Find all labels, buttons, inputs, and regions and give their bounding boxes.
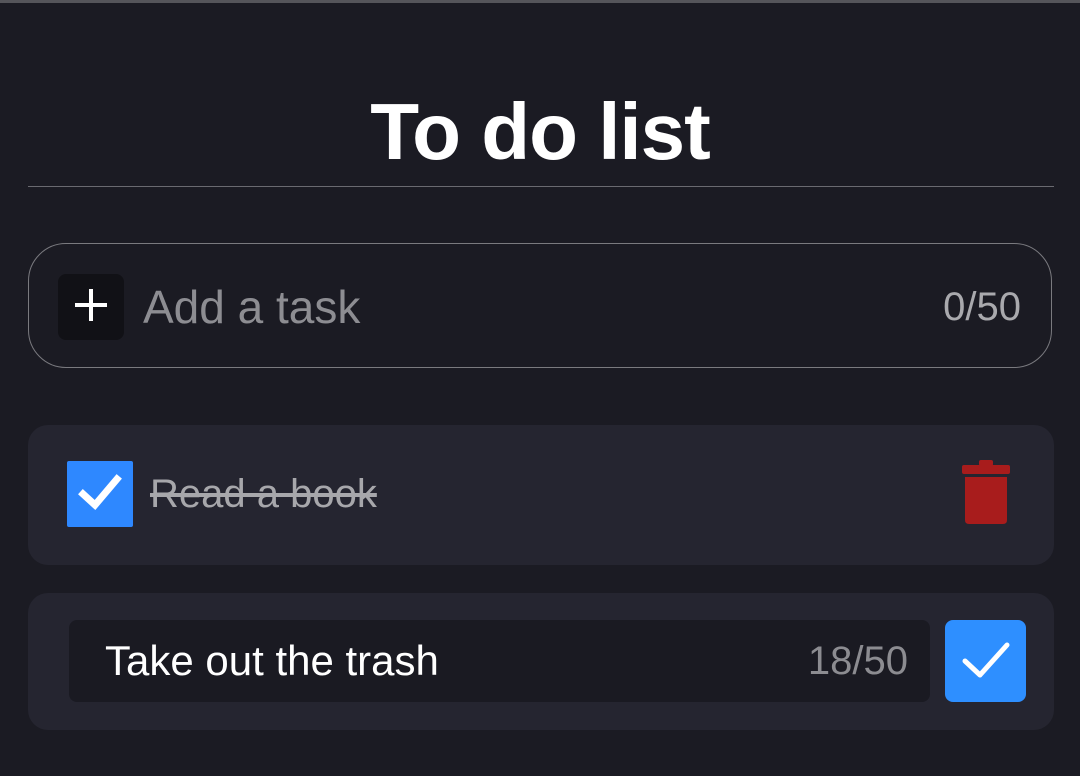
edit-task-character-count: 18/50 [807,639,908,683]
task-complete-checkbox[interactable] [67,461,133,527]
task-item-read-a-book: Read a book [28,425,1054,565]
title-divider [28,186,1054,187]
checkmark-icon [956,629,1016,694]
add-task-button[interactable] [58,274,124,340]
edit-task-field: 18/50 [69,620,930,702]
page-title: To do list [370,86,711,176]
task-label: Read a book [150,472,377,516]
trash-icon [961,459,1011,529]
add-task-bar: 0/50 [28,243,1052,368]
task-item-editing: 18/50 [28,593,1054,730]
top-edge [0,0,1080,3]
add-task-input[interactable] [143,274,883,340]
add-task-character-count: 0/50 [943,285,1021,329]
plus-icon [73,287,109,328]
delete-task-button[interactable] [956,459,1016,529]
checkmark-icon [74,466,126,523]
save-task-button[interactable] [945,620,1026,702]
edit-task-input[interactable] [105,620,745,702]
